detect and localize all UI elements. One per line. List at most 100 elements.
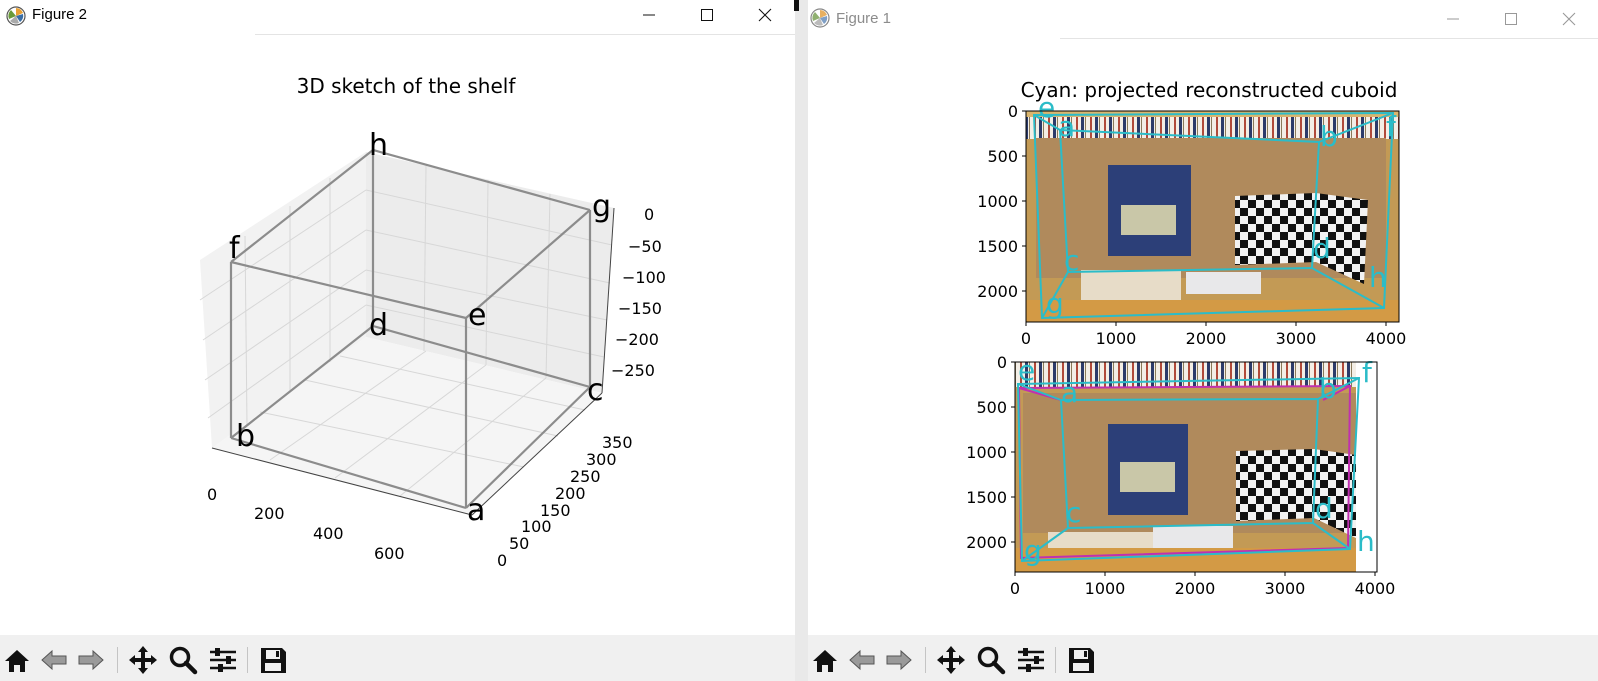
- vertex-label-h: h: [369, 128, 388, 163]
- vertex-label-e: e: [468, 298, 486, 333]
- top-y-tick-label: 500: [987, 147, 1018, 166]
- z-tick-label: −100: [622, 268, 666, 287]
- vertex-label-d: d: [369, 308, 388, 343]
- top-label-h: h: [1369, 261, 1387, 294]
- toolbar-separator: [925, 647, 926, 673]
- bottom-y-tick-label: 1000: [966, 443, 1007, 462]
- bottom-y-tick-label: 2000: [966, 533, 1007, 552]
- toolbar-separator: [1055, 647, 1056, 673]
- pan-button[interactable]: [126, 643, 160, 677]
- configure-subplots-icon: [210, 648, 236, 672]
- home-button[interactable]: [0, 643, 34, 677]
- save-icon: [261, 648, 286, 673]
- vertex-label-a: a: [467, 493, 485, 528]
- pan-icon: [937, 646, 965, 674]
- top-x-tick-label: 2000: [1186, 329, 1227, 348]
- x-tick-label: 400: [313, 524, 344, 543]
- bottom-label-c: c: [1066, 496, 1081, 529]
- top-x-tick-label: 1000: [1096, 329, 1137, 348]
- top-x-tick-label: 0: [1021, 329, 1031, 348]
- bottom-x-tick-label: 3000: [1265, 579, 1306, 598]
- bottom-label-d: d: [1315, 492, 1333, 525]
- bottom-label-f: f: [1362, 356, 1373, 389]
- z-tick-label: −150: [618, 299, 662, 318]
- configure-subplots-button[interactable]: [1014, 643, 1048, 677]
- bottom-label-e: e: [1018, 354, 1035, 387]
- bottom-y-tick-label: 500: [976, 398, 1007, 417]
- save-button[interactable]: [256, 643, 290, 677]
- bottom-label-h: h: [1357, 525, 1375, 558]
- plot-title: 3D sketch of the shelf: [297, 74, 517, 98]
- back-button[interactable]: [37, 643, 71, 677]
- top-label-f: f: [1386, 110, 1397, 143]
- save-button[interactable]: [1064, 643, 1098, 677]
- window-edge: [794, 0, 799, 11]
- top-x-tick-label: 3000: [1276, 329, 1317, 348]
- configure-subplots-button[interactable]: [206, 643, 240, 677]
- top-label-g: g: [1046, 287, 1064, 320]
- bottom-label-g: g: [1024, 534, 1042, 567]
- forward-arrow-icon: [78, 649, 104, 671]
- vertex-label-c: c: [587, 373, 604, 408]
- bottom-x-tick-label: 0: [1010, 579, 1020, 598]
- navigation-toolbar: [0, 635, 795, 681]
- bottom-label-b: b: [1319, 372, 1337, 405]
- x-tick-label: 600: [374, 544, 405, 563]
- forward-arrow-icon: [886, 649, 912, 671]
- bottom-x-tick-label: 4000: [1355, 579, 1396, 598]
- top-subplot-title: Cyan: projected reconstructed cuboid: [1021, 78, 1398, 102]
- top-y-tick-label: 1000: [977, 192, 1018, 211]
- x-tick-label: 200: [254, 504, 285, 523]
- toolbar-separator: [117, 647, 118, 673]
- y-tick-label: 200: [555, 484, 586, 503]
- home-icon: [5, 650, 29, 672]
- forward-button[interactable]: [74, 643, 108, 677]
- figure2-canvas[interactable]: 3D sketch of the shelf a b c d e f g h 0…: [0, 0, 795, 635]
- vertex-label-f: f: [229, 231, 241, 266]
- home-button[interactable]: [808, 643, 842, 677]
- top-label-d: d: [1313, 232, 1331, 265]
- back-arrow-icon: [41, 649, 67, 671]
- z-tick-label: −200: [615, 330, 659, 349]
- top-label-a: a: [1058, 110, 1075, 143]
- x-tick-label: 0: [207, 485, 217, 504]
- top-y-tick-label: 2000: [977, 282, 1018, 301]
- y-tick-label: 300: [586, 450, 617, 469]
- top-photo: [1026, 111, 1399, 322]
- top-label-e: e: [1038, 91, 1055, 124]
- configure-subplots-icon: [1018, 648, 1044, 672]
- forward-button[interactable]: [882, 643, 916, 677]
- zoom-button[interactable]: [166, 643, 200, 677]
- top-y-tick-label: 1500: [977, 237, 1018, 256]
- figure1-window: Figure 1 Cyan: projected reconstructed c…: [808, 0, 1598, 681]
- z-tick-label: −250: [611, 361, 655, 380]
- top-y-tick-label: 0: [1008, 102, 1018, 121]
- navigation-toolbar: [808, 635, 1598, 681]
- window-divider: [795, 0, 808, 681]
- pan-button[interactable]: [934, 643, 968, 677]
- save-icon: [1069, 648, 1094, 673]
- z-tick-label: −50: [628, 237, 662, 256]
- zoom-icon: [169, 646, 198, 675]
- bottom-x-tick-label: 1000: [1085, 579, 1126, 598]
- top-label-b: b: [1320, 120, 1338, 153]
- y-tick-label: 250: [570, 467, 601, 486]
- vertex-label-b: b: [236, 419, 255, 454]
- y-tick-label: 50: [509, 534, 529, 553]
- zoom-icon: [977, 646, 1006, 675]
- y-tick-label: 350: [602, 433, 633, 452]
- z-tick-label: 0: [644, 205, 654, 224]
- vertex-label-g: g: [592, 189, 611, 224]
- bottom-x-tick-label: 2000: [1175, 579, 1216, 598]
- top-x-tick-label: 4000: [1366, 329, 1407, 348]
- zoom-button[interactable]: [974, 643, 1008, 677]
- bottom-label-a: a: [1061, 376, 1078, 409]
- back-arrow-icon: [849, 649, 875, 671]
- figure1-canvas[interactable]: Cyan: projected reconstructed cuboid e a…: [808, 0, 1598, 640]
- back-button[interactable]: [845, 643, 879, 677]
- y-tick-label: 150: [540, 501, 571, 520]
- toolbar-separator: [247, 647, 248, 673]
- pan-icon: [129, 646, 157, 674]
- top-label-c: c: [1064, 244, 1079, 277]
- home-icon: [813, 650, 837, 672]
